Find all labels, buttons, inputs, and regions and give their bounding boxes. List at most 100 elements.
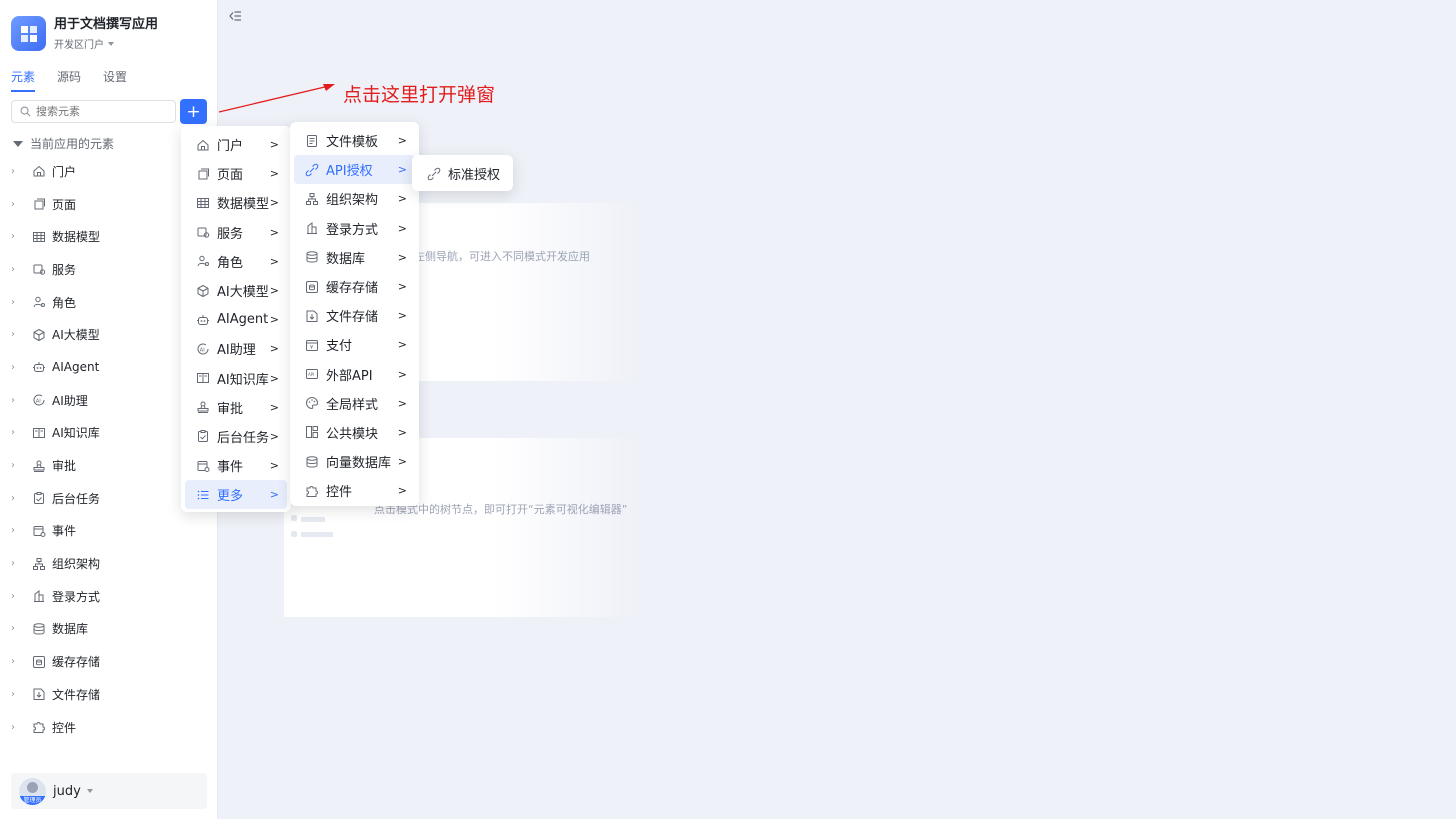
chevron-right-icon[interactable]: › <box>11 558 23 569</box>
user-menu[interactable]: 管理员 judy <box>11 773 207 809</box>
chevron-right-icon[interactable]: › <box>11 199 23 210</box>
tab-settings[interactable]: 设置 <box>103 68 127 92</box>
tree-item[interactable]: › 控件 <box>11 711 211 744</box>
menu1-item[interactable]: 页面 > <box>185 159 287 188</box>
menu2-item[interactable]: 组织架构 > <box>294 184 415 213</box>
chevron-right-icon[interactable]: › <box>11 689 23 700</box>
chevron-right-icon[interactable]: › <box>11 722 23 733</box>
chevron-right-icon[interactable]: › <box>11 395 23 406</box>
tree-header[interactable]: 当前应用的元素 <box>13 135 114 152</box>
tree-item-label: AIAgent <box>52 360 100 375</box>
menu2-item[interactable]: 公共模块 > <box>294 418 415 447</box>
role-icon <box>31 294 47 310</box>
more-submenu: 文件模板 > API授权 > 组织架构 > 登录方式 > 数据库 > 缓存存储 > 文件存储 > ¥ 支付 > A… <box>290 122 419 506</box>
search-input[interactable] <box>36 105 156 118</box>
chevron-right-icon: > <box>397 221 407 235</box>
menu1-item[interactable]: 事件 > <box>185 451 287 480</box>
menu1-item[interactable]: AI大模型 > <box>185 276 287 305</box>
menu2-item[interactable]: 文件存储 > <box>294 301 415 330</box>
chevron-right-icon[interactable]: › <box>11 329 23 340</box>
tree-item[interactable]: › 缓存存储 <box>11 645 211 678</box>
chevron-right-icon[interactable]: › <box>11 166 23 177</box>
palette-icon <box>304 396 319 411</box>
tree-item[interactable]: › 组织架构 <box>11 547 211 580</box>
tree-item-label: 事件 <box>52 524 77 539</box>
chevron-right-icon[interactable]: › <box>11 231 23 242</box>
tree-item-label: 数据库 <box>52 622 89 637</box>
robot-icon <box>195 312 210 327</box>
chevron-right-icon: > <box>269 371 279 385</box>
tree-item[interactable]: › 数据库 <box>11 613 211 646</box>
book-icon <box>31 425 47 441</box>
chevron-right-icon[interactable]: › <box>11 362 23 373</box>
menu-item-label: API授权 <box>326 164 373 180</box>
collapse-sidebar-icon[interactable] <box>228 9 242 23</box>
chevron-right-icon: > <box>397 192 407 206</box>
tab-source[interactable]: 源码 <box>57 68 81 92</box>
home-icon <box>31 163 47 179</box>
event-icon <box>31 523 47 539</box>
tree-item[interactable]: › 文件存储 <box>11 678 211 711</box>
task-icon <box>31 490 47 506</box>
ai-assistant-icon: AI <box>31 392 47 408</box>
menu1-item[interactable]: 数据模型 > <box>185 188 287 217</box>
home-icon <box>195 137 210 152</box>
caret-down-icon <box>108 41 114 46</box>
menu1-item[interactable]: 更多 > <box>185 480 287 510</box>
menu-item-label: 角色 <box>217 255 244 271</box>
chevron-right-icon: > <box>269 138 279 152</box>
puzzle-icon <box>31 719 47 735</box>
menu1-item[interactable]: 审批 > <box>185 393 287 422</box>
menu-item-label: AIAgent <box>217 312 269 328</box>
tab-elements[interactable]: 元素 <box>11 68 36 92</box>
search-icon <box>20 106 31 117</box>
svg-text:¥: ¥ <box>310 345 313 351</box>
menu1-item[interactable]: AI AI助理 > <box>185 334 287 363</box>
chevron-right-icon[interactable]: › <box>11 591 23 602</box>
chevron-right-icon[interactable]: › <box>11 460 23 471</box>
chevron-right-icon[interactable]: › <box>11 493 23 504</box>
chevron-right-icon[interactable]: › <box>11 264 23 275</box>
menu1-item[interactable]: 服务 > <box>185 218 287 247</box>
menu1-item[interactable]: AIAgent > <box>185 305 287 334</box>
chevron-right-icon[interactable]: › <box>11 656 23 667</box>
menu3-item[interactable]: 标准授权 <box>416 159 509 188</box>
chevron-right-icon[interactable]: › <box>11 427 23 438</box>
menu1-item[interactable]: 门户 > <box>185 130 287 159</box>
menu1-item[interactable]: AI知识库 > <box>185 364 287 393</box>
tree-item[interactable]: › 事件 <box>11 515 211 548</box>
guide-text-1: 左侧导航，可进入不同模式开发应用 <box>414 250 590 263</box>
menu1-item[interactable]: 角色 > <box>185 247 287 276</box>
menu2-item[interactable]: 数据库 > <box>294 243 415 272</box>
cache-icon <box>31 654 47 670</box>
file-storage-icon <box>31 686 47 702</box>
menu-item-label: 数据库 <box>326 251 366 267</box>
menu1-item[interactable]: 后台任务 > <box>185 422 287 451</box>
tree-item-label: 控件 <box>52 720 77 735</box>
chevron-right-icon: > <box>269 488 279 502</box>
menu2-item[interactable]: 全局样式 > <box>294 389 415 418</box>
menu2-item[interactable]: 向量数据库 > <box>294 447 415 476</box>
menu2-item[interactable]: 登录方式 > <box>294 214 415 243</box>
menu2-item[interactable]: API授权 > <box>294 155 415 185</box>
caret-down-icon <box>86 789 93 793</box>
add-element-button[interactable]: + <box>180 99 207 124</box>
tree-item-label: 后台任务 <box>52 491 101 506</box>
menu2-item[interactable]: 文件模板 > <box>294 126 415 155</box>
menu2-item[interactable]: 控件 > <box>294 476 415 505</box>
chevron-right-icon[interactable]: › <box>11 525 23 536</box>
menu-item-label: 登录方式 <box>326 222 379 238</box>
tree-item[interactable]: › 登录方式 <box>11 580 211 613</box>
chevron-right-icon[interactable]: › <box>11 623 23 634</box>
portal-selector[interactable]: 开发区门户 <box>54 36 158 51</box>
chevron-right-icon[interactable]: › <box>11 297 23 308</box>
menu2-item[interactable]: API 外部API > <box>294 360 415 389</box>
menu2-item[interactable]: 缓存存储 > <box>294 272 415 301</box>
chevron-right-icon: > <box>397 338 407 352</box>
annotation-arrow <box>218 84 335 113</box>
menu2-item[interactable]: ¥ 支付 > <box>294 330 415 359</box>
chevron-right-icon: > <box>397 396 407 410</box>
chevron-right-icon: > <box>397 367 407 381</box>
chevron-right-icon: > <box>269 196 279 210</box>
svg-text:AI: AI <box>36 398 41 404</box>
